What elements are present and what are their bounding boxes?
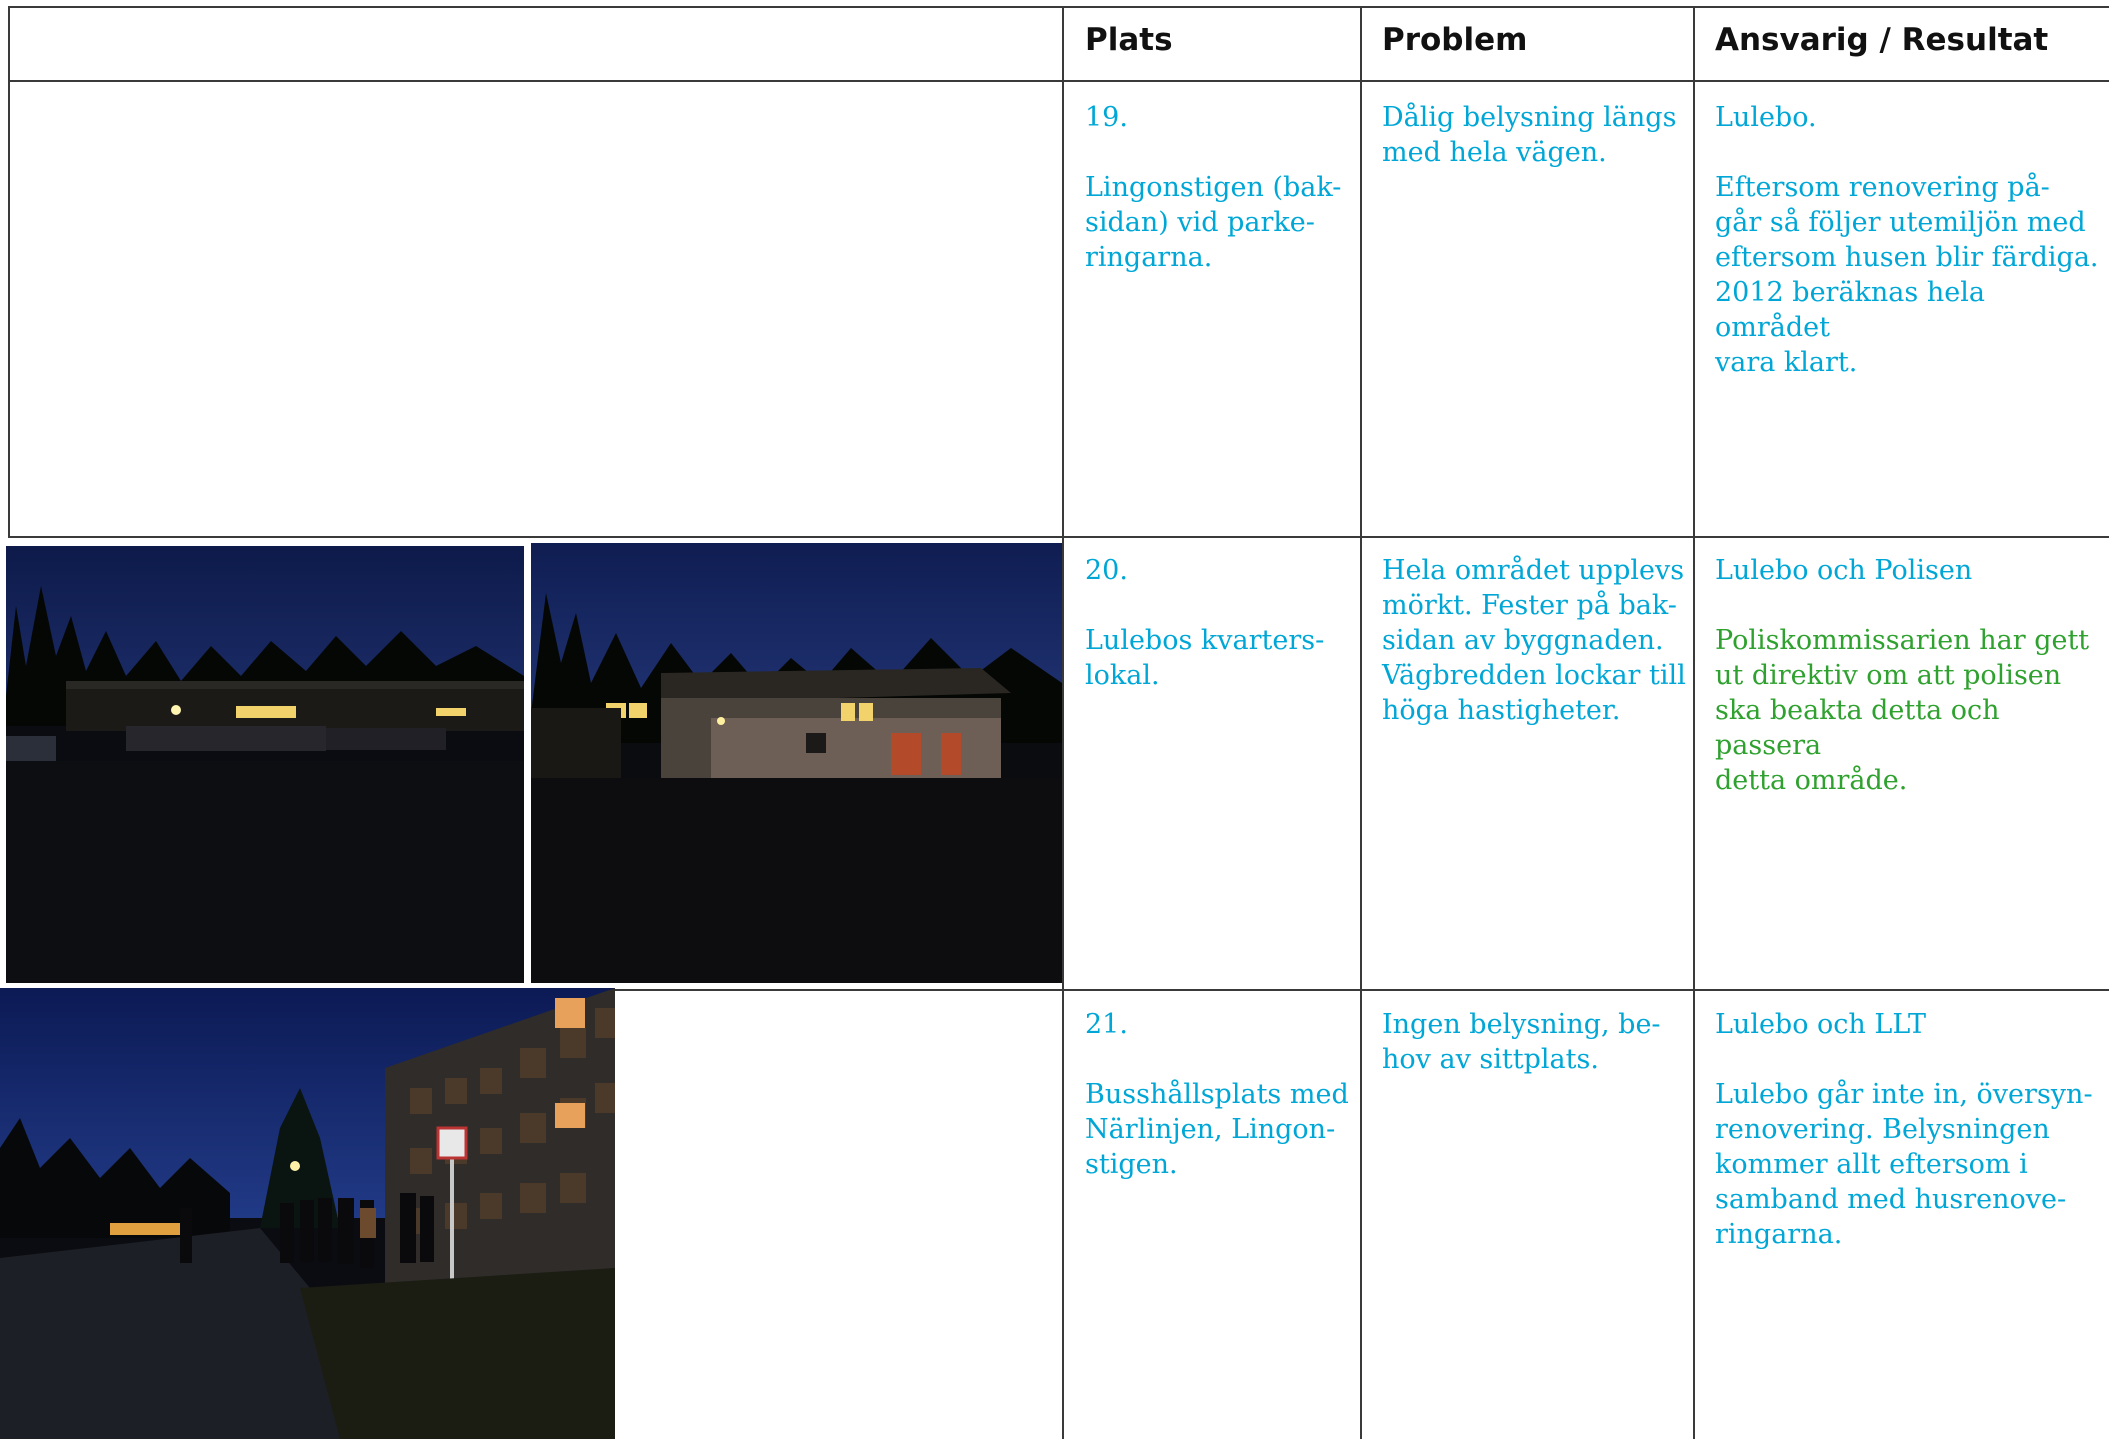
- plats-line: Busshållsplats med: [1085, 1079, 1349, 1110]
- resultat-line: detta område.: [1715, 765, 1908, 796]
- plats-line: sidan) vid parke-: [1085, 207, 1315, 238]
- problem-line: hov av sittplats.: [1382, 1044, 1599, 1075]
- row-19-problem: Dålig belysning längs med hela vägen.: [1382, 100, 1687, 170]
- resultat-line: ska beakta detta och passera: [1715, 695, 2000, 761]
- column-separator: [1360, 6, 1362, 1439]
- row-number: 19.: [1085, 102, 1128, 133]
- row-21-ansvarig: Lulebo och LLT Lulebo går inte in, övers…: [1715, 1007, 2105, 1252]
- resultat-line: går så följer utemiljön med: [1715, 207, 2086, 238]
- photo-parking-lot-night: [6, 546, 524, 983]
- row-separator: [8, 536, 2109, 538]
- problem-line: sidan av byggnaden.: [1382, 625, 1664, 656]
- plats-line: Närlinjen, Lingon-: [1085, 1114, 1336, 1145]
- resultat-line: 2012 beräknas hela området: [1715, 277, 1985, 343]
- resultat-line: ut direktiv om att polisen: [1715, 660, 2062, 691]
- table-border-top: [8, 6, 2109, 8]
- photo-bus-stop-night: [0, 988, 615, 1439]
- plats-line: Lingonstigen (bak-: [1085, 172, 1342, 203]
- problem-line: Hela området upplevs: [1382, 555, 1685, 586]
- column-header-ansvarig: Ansvarig / Resultat: [1715, 22, 2049, 58]
- plats-line: ringarna.: [1085, 242, 1213, 273]
- plats-line: Lulebos kvarters-: [1085, 625, 1325, 656]
- column-separator: [1693, 6, 1695, 1439]
- problem-line: med hela vägen.: [1382, 137, 1607, 168]
- column-header-plats: Plats: [1085, 22, 1173, 58]
- problem-line: Ingen belysning, be-: [1382, 1009, 1661, 1040]
- row-21-problem: Ingen belysning, be- hov av sittplats.: [1382, 1007, 1687, 1077]
- plats-line: stigen.: [1085, 1149, 1178, 1180]
- resultat-line: Eftersom renovering på-: [1715, 172, 2050, 203]
- table-border-left: [8, 6, 10, 538]
- problem-line: mörkt. Fester på bak-: [1382, 590, 1677, 621]
- column-header-problem: Problem: [1382, 22, 1528, 58]
- header-separator: [8, 80, 2109, 82]
- resultat-line: ringarna.: [1715, 1219, 1843, 1250]
- resultat-line: Poliskommissarien har gett: [1715, 625, 2090, 656]
- row-number: 21.: [1085, 1009, 1128, 1040]
- problem-line: Vägbredden lockar till: [1382, 660, 1686, 691]
- problem-line: höga hastigheter.: [1382, 695, 1621, 726]
- row-21-plats: 21. Busshållsplats med Närlinjen, Lingon…: [1085, 1007, 1350, 1182]
- plats-line: lokal.: [1085, 660, 1160, 691]
- resultat-line: samband med husrenove-: [1715, 1184, 2067, 1215]
- ansvarig: Lulebo och Polisen: [1715, 555, 1973, 586]
- resultat-line: renovering. Belysningen: [1715, 1114, 2050, 1145]
- row-19-ansvarig: Lulebo. Eftersom renovering på- går så f…: [1715, 100, 2105, 380]
- resultat-line: kommer allt eftersom i: [1715, 1149, 2028, 1180]
- resultat-line: vara klart.: [1715, 347, 1858, 378]
- photo-kvarterslokal-night: [531, 543, 1062, 983]
- ansvarig: Lulebo och LLT: [1715, 1009, 1927, 1040]
- row-number: 20.: [1085, 555, 1128, 586]
- resultat-line: eftersom husen blir färdiga.: [1715, 242, 2099, 273]
- row-19-plats: 19. Lingonstigen (bak- sidan) vid parke-…: [1085, 100, 1350, 275]
- resultat-line: Lulebo går inte in, översyn-: [1715, 1079, 2093, 1110]
- row-20-problem: Hela området upplevs mörkt. Fester på ba…: [1382, 553, 1687, 728]
- column-separator: [1062, 6, 1064, 1439]
- row-20-ansvarig: Lulebo och Polisen Poliskommissarien har…: [1715, 553, 2105, 798]
- problem-line: Dålig belysning längs: [1382, 102, 1677, 133]
- row-20-plats: 20. Lulebos kvarters- lokal.: [1085, 553, 1350, 693]
- ansvarig: Lulebo.: [1715, 102, 1817, 133]
